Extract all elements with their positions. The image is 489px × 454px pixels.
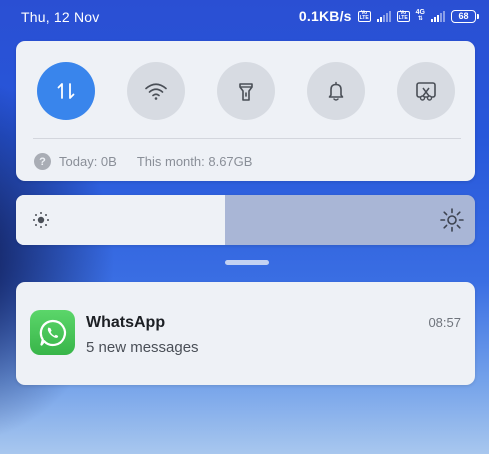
volte-icon: Vo LTE [357, 10, 371, 22]
divider [33, 138, 461, 139]
status-bar: Thu, 12 Nov 0.1KB/s Vo LTE Vo LTE 4G ⇅ 68 [0, 0, 489, 34]
flashlight-icon [239, 83, 253, 101]
wifi-toggle[interactable] [127, 62, 185, 120]
mobile-data-toggle[interactable] [37, 62, 95, 120]
question-icon[interactable]: ? [34, 153, 51, 170]
network-speed: 0.1KB/s [298, 8, 352, 24]
whatsapp-icon [30, 310, 75, 355]
status-date: Thu, 12 Nov [21, 9, 100, 25]
brightness-slider[interactable] [16, 195, 475, 245]
4g-icon: 4G ⇅ [415, 9, 425, 22]
screenshot-scissors-icon [416, 82, 436, 101]
notification-time: 08:57 [428, 315, 461, 330]
data-usage-row: ? Today: 0B This month: 8.67GB [34, 153, 252, 170]
sound-toggle[interactable] [307, 62, 365, 120]
bell-icon [328, 81, 344, 101]
sun-low-icon [33, 212, 49, 228]
panel-drag-handle[interactable] [225, 260, 269, 265]
battery-icon: 68 [451, 9, 479, 23]
screenshot-toggle[interactable] [397, 62, 455, 120]
wifi-icon [145, 83, 167, 100]
mobile-data-arrows-icon [57, 83, 75, 99]
status-icons: 0.1KB/s Vo LTE Vo LTE 4G ⇅ 68 [298, 8, 479, 24]
notification-message: 5 new messages [86, 339, 199, 356]
quick-settings-panel: ? Today: 0B This month: 8.67GB [16, 41, 475, 181]
signal-icon [431, 10, 445, 22]
flashlight-toggle[interactable] [217, 62, 275, 120]
data-usage-today: Today: 0B [59, 154, 117, 169]
sun-high-icon [440, 208, 464, 232]
notification-app-name: WhatsApp [86, 314, 166, 331]
notification-card[interactable]: WhatsApp 5 new messages 08:57 [16, 282, 475, 385]
volte-icon: Vo LTE [396, 10, 410, 22]
data-usage-month: This month: 8.67GB [136, 154, 253, 169]
signal-icon [376, 10, 391, 22]
